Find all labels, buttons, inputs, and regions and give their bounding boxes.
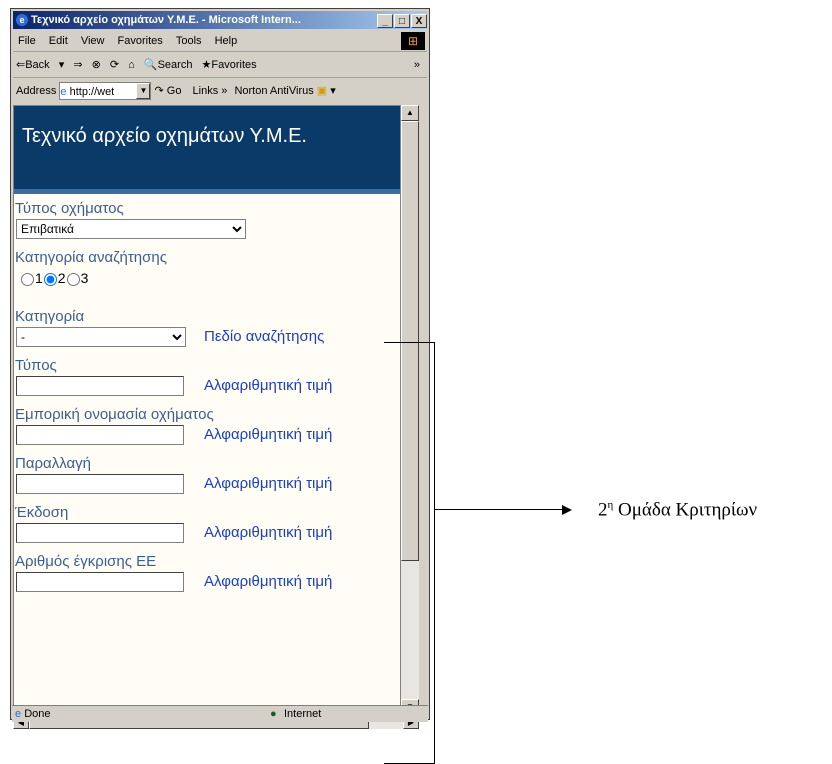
field-label-variant: Παραλλαγή (15, 455, 91, 472)
favorites-button[interactable]: ★Favorites (202, 59, 257, 71)
go-button[interactable]: Go (167, 85, 182, 97)
menu-file[interactable]: File (18, 35, 36, 47)
vehicle-type-label: Τύπος οχήματος (15, 200, 124, 217)
maximize-button[interactable]: □ (394, 14, 410, 28)
category-select[interactable]: - (16, 327, 186, 347)
field-row-trade-name: Αλφαριθμητική τιμή (14, 425, 400, 449)
group-text: Ομάδα Κριτηρίων (618, 499, 758, 521)
vehicle-type-row: Επιβατικά (14, 219, 400, 243)
type-hint: Αλφαριθμητική τιμή (204, 377, 333, 394)
address-label: Address (16, 85, 57, 97)
back-dropdown-icon[interactable]: ▾ (59, 59, 65, 71)
title-bar: e Τεχνικό αρχείο οχημάτων Y.M.E. - Micros… (13, 11, 427, 29)
group-superscript: η (607, 499, 614, 511)
address-dropdown-icon[interactable]: ▼ (136, 83, 151, 100)
close-button[interactable]: X (411, 14, 427, 28)
field-row-type: Αλφαριθμητική τιμή (14, 376, 400, 400)
variant-hint: Αλφαριθμητική τιμή (204, 475, 333, 492)
version-hint: Αλφαριθμητική τιμή (204, 524, 333, 541)
go-icon[interactable]: ↷ (154, 85, 163, 97)
menu-view[interactable]: View (81, 35, 105, 47)
page-header: Τεχνικό αρχείο οχημάτων Υ.Μ.Ε. (14, 106, 400, 194)
favorites-label: Favorites (211, 59, 257, 71)
links-button[interactable]: Links » (193, 85, 228, 97)
field-row-approval: Αλφαριθμητική τιμή (14, 572, 400, 596)
arrow-head-icon (562, 505, 572, 515)
search-category-label: Κατηγορία αναζήτησης (15, 249, 167, 266)
trade-name-input[interactable] (16, 425, 184, 445)
norton-dropdown-icon[interactable]: ▾ (330, 85, 336, 97)
field-row-variant: Αλφαριθμητική τιμή (14, 474, 400, 498)
arrow-line (434, 509, 566, 510)
toolbar-more-icon[interactable]: » (414, 53, 420, 77)
field-label-version: Έκδοση (15, 504, 69, 521)
back-button[interactable]: ⇐Back (16, 59, 50, 71)
page-icon: e (60, 86, 67, 99)
forward-icon[interactable]: ⇒ (73, 59, 82, 71)
radio-1[interactable] (21, 272, 34, 286)
menu-favorites[interactable]: Favorites (118, 35, 163, 47)
menu-help[interactable]: Help (215, 35, 238, 47)
window-title: Τεχνικό αρχείο οχημάτων Y.M.E. - Microso… (31, 14, 301, 26)
radio-2[interactable] (43, 272, 57, 286)
type-input[interactable] (16, 376, 184, 396)
menu-bar: File Edit View Favorites Tools Help ⊞ (13, 31, 427, 52)
search-label: Search (157, 59, 193, 71)
vehicle-type-select[interactable]: Επιβατικά (16, 219, 246, 239)
address-input[interactable]: e http://wet ▼ (59, 82, 152, 101)
category-hint: Πεδίο αναζήτησης (204, 328, 325, 345)
variant-input[interactable] (16, 474, 184, 494)
scroll-up-icon[interactable]: ▲ (401, 105, 419, 121)
menu-tools[interactable]: Tools (176, 35, 202, 47)
approval-hint: Αλφαριθμητική τιμή (204, 573, 333, 590)
windows-logo-icon: ⊞ (401, 32, 425, 50)
norton-button[interactable]: Norton AntiVirus (234, 85, 313, 97)
field-label-approval: Αριθμός έγκρισης ΕΕ (15, 553, 157, 570)
group-bracket (384, 342, 435, 764)
internet-zone-icon: ● (270, 708, 277, 720)
zone-text: Internet (284, 708, 322, 720)
version-input[interactable] (16, 523, 184, 543)
status-bar: e Done ● Internet (12, 705, 428, 722)
ie-icon: e (16, 14, 28, 26)
page-viewport: Τεχνικό αρχείο οχημάτων Υ.Μ.Ε. Τύπος οχή… (13, 105, 401, 725)
radio-3-label: 3 (80, 270, 89, 286)
menu-edit[interactable]: Edit (49, 35, 68, 47)
approval-input[interactable] (16, 572, 184, 592)
radio-1-label: 1 (35, 270, 43, 286)
radio-2-label: 2 (57, 270, 66, 286)
status-text: Done (24, 708, 51, 720)
home-icon[interactable]: ⌂ (128, 59, 135, 71)
standard-toolbar: ⇐Back ▾ ⇒ ⊗ ⟳ ⌂ 🔍Search ★Favorites » (13, 53, 427, 78)
address-value: http://wet (69, 86, 115, 99)
field-label-trade-name: Εμπορική ονομασία οχήματος (15, 406, 214, 423)
category-label: Κατηγορία (15, 308, 85, 325)
norton-icon[interactable]: ▣ (317, 85, 327, 97)
field-row-version: Αλφαριθμητική τιμή (14, 523, 400, 547)
stop-icon[interactable]: ⊗ (92, 59, 101, 71)
browser-window: e Τεχνικό αρχείο οχημάτων Y.M.E. - Micros… (10, 8, 430, 729)
minimize-button[interactable]: _ (377, 14, 393, 28)
criteria-group-label: 2η Ομάδα Κριτηρίων (598, 499, 757, 521)
search-category-radios: 123 (20, 270, 400, 286)
trade-name-hint: Αλφαριθμητική τιμή (204, 426, 333, 443)
refresh-icon[interactable]: ⟳ (110, 59, 119, 71)
field-label-type: Τύπος (15, 357, 57, 374)
search-button[interactable]: 🔍Search (144, 59, 193, 71)
page-done-icon: e (15, 708, 22, 720)
group-number: 2 (598, 499, 608, 521)
radio-3[interactable] (66, 272, 80, 286)
address-bar: Address e http://wet ▼ ↷ Go Links » Norto… (13, 79, 427, 103)
category-row: - Πεδίο αναζήτησης (14, 327, 400, 351)
